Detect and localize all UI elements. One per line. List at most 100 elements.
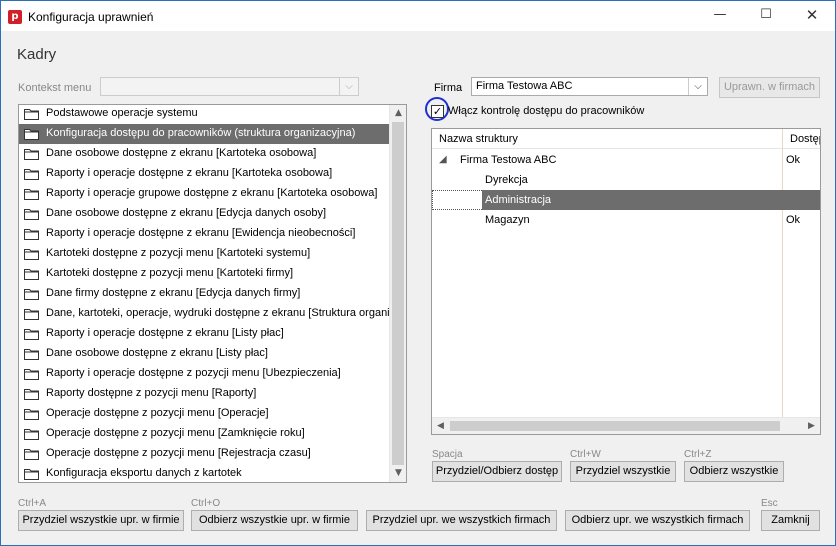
app-logo-icon: p — [8, 10, 22, 24]
scroll-down-icon[interactable]: ▼ — [390, 465, 406, 482]
list-item-label: Raporty i operacje dostępne z ekranu [Ew… — [46, 227, 356, 239]
tree-node-name: Magazyn — [485, 214, 530, 226]
folder-icon — [24, 228, 39, 240]
maximize-button[interactable]: ☐ — [743, 1, 789, 31]
revoke-all-button[interactable]: Odbierz wszystkie — [684, 461, 784, 482]
tree-node-name: Dyrekcja — [485, 174, 528, 186]
list-item[interactable]: Raporty i operacje dostępne z ekranu [Ew… — [19, 224, 389, 244]
list-item-label: Raporty i operacje dostępne z ekranu [Ka… — [46, 167, 333, 179]
list-item-label: Raporty i operacje dostępne z ekranu [Li… — [46, 327, 284, 339]
tree-row[interactable]: Dyrekcja — [432, 170, 820, 190]
list-item[interactable]: Dane firmy dostępne z ekranu [Edycja dan… — [19, 284, 389, 304]
list-item[interactable]: Dane osobowe dostępne z ekranu [Kartotek… — [19, 144, 389, 164]
revoke-in-all-firms-button[interactable]: Odbierz upr. we wszystkich firmach — [565, 510, 750, 531]
title-bar: p Konfiguracja uprawnień — ☐ ✕ — [1, 1, 835, 31]
shortcut-hint: Ctrl+O — [191, 498, 221, 509]
list-item-label: Raporty i operacje dostępne z pozycji me… — [46, 367, 341, 379]
scroll-right-icon[interactable]: ▶ — [803, 418, 820, 434]
list-item[interactable]: Dane osobowe dostępne z ekranu [Listy pł… — [19, 344, 389, 364]
folder-icon — [24, 328, 39, 340]
access-control-label: Włącz kontrolę dostępu do pracowników — [448, 105, 645, 117]
focus-rectangle — [432, 190, 482, 210]
folder-icon — [24, 408, 39, 420]
list-item[interactable]: Raporty i operacje dostępne z pozycji me… — [19, 364, 389, 384]
list-scrollbar[interactable]: ▲ ▼ — [389, 105, 406, 482]
collapse-arrow-icon[interactable]: ◢ — [439, 154, 447, 165]
list-item[interactable]: Kartoteki dostępne z pozycji menu [Karto… — [19, 244, 389, 264]
list-item-label: Kartoteki dostępne z pozycji menu [Karto… — [46, 267, 293, 279]
toggle-access-button[interactable]: Przydziel/Odbierz dostęp — [432, 461, 562, 482]
list-item-label: Raporty dostępne z pozycji menu [Raporty… — [46, 387, 257, 399]
folder-icon — [24, 248, 39, 260]
firm-select-value: Firma Testowa ABC — [476, 80, 573, 92]
access-control-checkbox[interactable]: ✓ — [431, 105, 444, 118]
list-item-label: Konfiguracja dostępu do pracowników (str… — [46, 127, 356, 139]
tree-row[interactable]: Magazyn Ok — [432, 210, 820, 230]
shortcut-hint: Esc — [761, 498, 778, 509]
context-menu-select[interactable]: ⌵ — [100, 77, 359, 96]
list-item[interactable]: Operacje dostępne z pozycji menu [Operac… — [19, 404, 389, 424]
list-item-label: Dane, kartoteki, operacje, wydruki dostę… — [46, 307, 389, 319]
folder-icon — [24, 428, 39, 440]
scrollbar-thumb[interactable] — [450, 421, 780, 431]
structure-tree[interactable]: Nazwa struktury Dostęp ◢ Firma Testowa AB… — [431, 128, 821, 435]
list-item[interactable]: Raporty i operacje grupowe dostępne z ek… — [19, 184, 389, 204]
close-button[interactable]: Zamknij — [761, 510, 820, 531]
folder-icon — [24, 288, 39, 300]
list-item-label: Podstawowe operacje systemu — [46, 107, 198, 119]
grant-all-in-firm-button[interactable]: Przydziel wszystkie upr. w firmie — [18, 510, 184, 531]
permission-menu-list[interactable]: Podstawowe operacje systemu Konfiguracja … — [18, 104, 407, 483]
list-item[interactable]: Konfiguracja dostępu do pracowników (str… — [19, 124, 389, 144]
scroll-up-icon[interactable]: ▲ — [390, 105, 406, 122]
list-item[interactable]: Operacje dostępne z pozycji menu [Zamkni… — [19, 424, 389, 444]
firm-label: Firma — [434, 82, 463, 94]
minimize-button[interactable]: — — [697, 1, 743, 31]
tree-node-name: Administracja — [485, 194, 552, 206]
tree-node-status: Ok — [786, 214, 801, 226]
list-item-label: Raporty i operacje grupowe dostępne z ek… — [46, 187, 378, 199]
config-window: p Konfiguracja uprawnień — ☐ ✕ Kadry Kon… — [0, 0, 836, 546]
tree-row[interactable]: Administracja — [432, 190, 820, 210]
tree-horizontal-scrollbar[interactable]: ◀ ▶ — [432, 417, 820, 434]
folder-icon — [24, 208, 39, 220]
list-item-label: Dane osobowe dostępne z ekranu [Listy pł… — [46, 347, 268, 359]
grant-in-all-firms-button[interactable]: Przydziel upr. we wszystkich firmach — [366, 510, 557, 531]
firm-select[interactable]: Firma Testowa ABC ⌵ — [471, 77, 708, 96]
list-item[interactable]: Podstawowe operacje systemu — [19, 105, 389, 124]
list-item-label: Operacje dostępne z pozycji menu [Zamkni… — [46, 427, 305, 439]
tree-header: Nazwa struktury Dostęp — [432, 129, 820, 149]
context-menu-label: Kontekst menu — [18, 82, 92, 94]
window-title: Konfiguracja uprawnień — [28, 10, 154, 24]
shortcut-hint: Ctrl+A — [18, 498, 47, 509]
firm-permissions-button[interactable]: Uprawn. w firmach — [719, 77, 820, 98]
list-item-label: Dane osobowe dostępne z ekranu [Edycja d… — [46, 207, 327, 219]
list-item[interactable]: Raporty i operacje dostępne z ekranu [Ka… — [19, 164, 389, 184]
list-item[interactable]: Operacje dostępne z pozycji menu [Rejest… — [19, 444, 389, 464]
folder-icon — [24, 348, 39, 360]
close-window-button[interactable]: ✕ — [789, 1, 835, 31]
list-item[interactable]: Dane, kartoteki, operacje, wydruki dostę… — [19, 304, 389, 324]
shortcut-hint: Ctrl+W — [570, 449, 601, 460]
column-header-access[interactable]: Dostęp — [790, 133, 820, 145]
list-item[interactable]: Raporty dostępne z pozycji menu [Raporty… — [19, 384, 389, 404]
folder-icon — [24, 448, 39, 460]
folder-icon — [24, 308, 39, 320]
folder-icon — [24, 148, 39, 160]
list-item-label: Kartoteki dostępne z pozycji menu [Karto… — [46, 247, 311, 259]
scroll-left-icon[interactable]: ◀ — [432, 418, 449, 434]
tree-row[interactable]: ◢ Firma Testowa ABC Ok — [432, 150, 820, 170]
column-header-name[interactable]: Nazwa struktury — [439, 133, 518, 145]
chevron-down-icon: ⌵ — [688, 78, 707, 95]
tree-node-name: Firma Testowa ABC — [460, 154, 557, 166]
folder-icon — [24, 468, 39, 480]
folder-icon — [24, 188, 39, 200]
grant-all-button[interactable]: Przydziel wszystkie — [570, 461, 676, 482]
list-item[interactable]: Konfiguracja eksportu danych z kartotek — [19, 464, 389, 482]
revoke-all-in-firm-button[interactable]: Odbierz wszystkie upr. w firmie — [191, 510, 358, 531]
list-item[interactable]: Raporty i operacje dostępne z ekranu [Li… — [19, 324, 389, 344]
section-title: Kadry — [17, 46, 57, 63]
list-item[interactable]: Dane osobowe dostępne z ekranu [Edycja d… — [19, 204, 389, 224]
list-item-label: Konfiguracja eksportu danych z kartotek — [46, 467, 242, 479]
list-item[interactable]: Kartoteki dostępne z pozycji menu [Karto… — [19, 264, 389, 284]
scrollbar-thumb[interactable] — [392, 122, 404, 465]
